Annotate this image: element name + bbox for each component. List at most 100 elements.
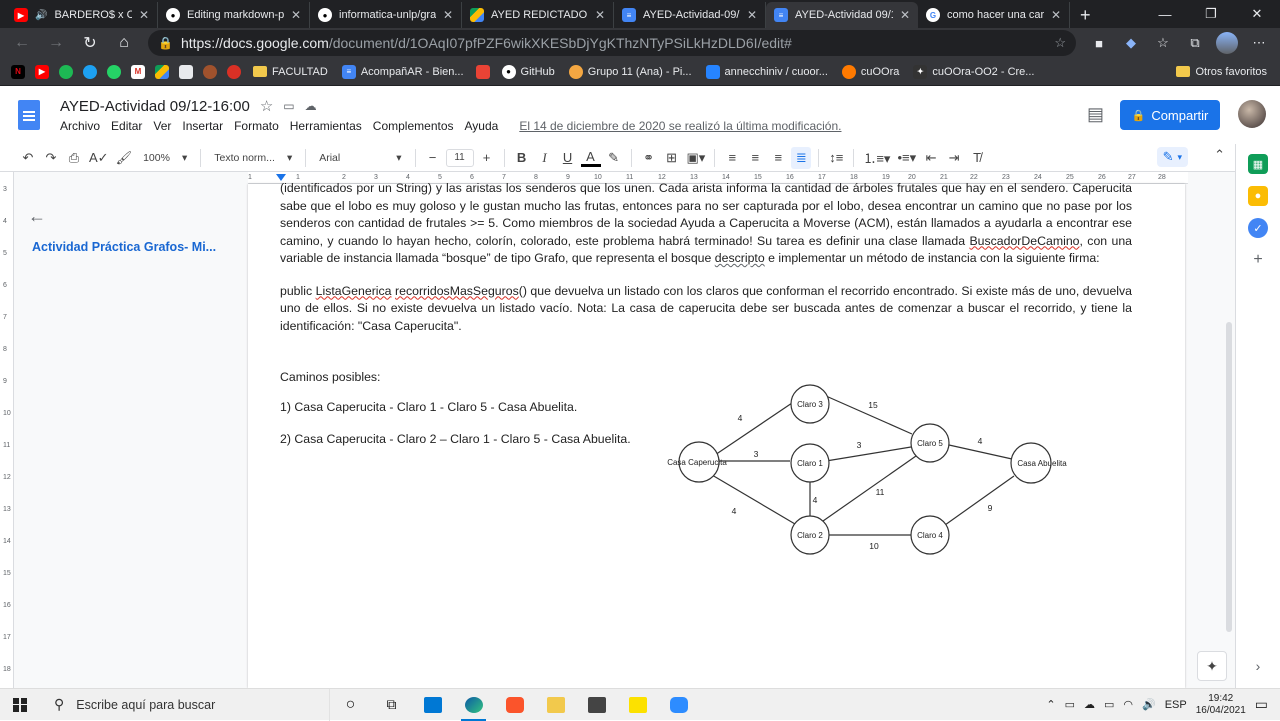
language-indicator[interactable]: ESP: [1165, 699, 1187, 711]
print-icon[interactable]: ⎙: [64, 147, 84, 169]
align-center-icon[interactable]: ≡: [745, 147, 765, 169]
close-tab-icon[interactable]: ✕: [900, 8, 910, 22]
network-icon[interactable]: ▭: [1065, 698, 1075, 711]
numbered-list-icon[interactable]: ⒈≡▾: [861, 147, 892, 169]
netflix-bookmark-icon[interactable]: N: [8, 65, 28, 79]
redo-icon[interactable]: ↷: [41, 147, 61, 169]
bookmark-folder-facultad[interactable]: FACULTAD: [248, 66, 333, 78]
reload-icon[interactable]: ↻: [76, 30, 104, 56]
cortana-icon[interactable]: ○: [330, 689, 371, 721]
close-tab-icon[interactable]: ✕: [595, 8, 605, 22]
star-icon[interactable]: ☆: [260, 97, 273, 115]
clock[interactable]: 19:42 16/04/2021: [1196, 693, 1246, 717]
add-to-favorites-icon[interactable]: ☆: [1054, 35, 1066, 51]
move-folder-icon[interactable]: ▭: [283, 99, 294, 113]
circle-bookmark-icon[interactable]: [224, 65, 244, 79]
forward-arrow-icon[interactable]: →: [42, 30, 70, 56]
task-view-icon[interactable]: ⧉: [371, 689, 412, 721]
close-tab-icon[interactable]: ✕: [747, 8, 757, 22]
youtube-bookmark-icon[interactable]: ▶: [32, 65, 52, 79]
spotify-bookmark-icon[interactable]: [56, 65, 76, 79]
menu-formato[interactable]: Formato: [234, 119, 279, 133]
back-arrow-icon[interactable]: ←: [8, 30, 36, 56]
cloud-icon[interactable]: ☁: [1084, 698, 1095, 711]
brave-icon[interactable]: [494, 689, 535, 721]
align-left-icon[interactable]: ≡: [722, 147, 742, 169]
link-icon[interactable]: ⚭: [639, 147, 659, 169]
maximize-icon[interactable]: ❐: [1188, 0, 1234, 28]
underline-icon[interactable]: U: [558, 147, 578, 169]
sticky-notes-icon[interactable]: [617, 689, 658, 721]
share-button[interactable]: 🔒 Compartir: [1120, 100, 1220, 130]
document-title[interactable]: AYED-Actividad 09/12-16:00: [60, 98, 250, 115]
paint-format-icon[interactable]: 🖌: [114, 147, 135, 169]
align-right-icon[interactable]: ≡: [768, 147, 788, 169]
highlight-icon[interactable]: ✎: [604, 147, 624, 169]
bookmark-cuoora[interactable]: cuOOra: [837, 65, 905, 79]
menu-editar[interactable]: Editar: [111, 119, 142, 133]
spellcheck-icon[interactable]: A✓: [87, 147, 111, 169]
image-icon[interactable]: ▣▾: [685, 147, 708, 169]
text-color-icon[interactable]: A: [581, 149, 601, 167]
cloud-status-icon[interactable]: ☁: [305, 99, 317, 113]
bold-icon[interactable]: B: [512, 147, 532, 169]
explore-icon[interactable]: ✦: [1197, 651, 1227, 681]
close-tab-icon[interactable]: ✕: [139, 8, 149, 22]
tasks-icon[interactable]: ✓: [1248, 218, 1268, 238]
menu-complementos[interactable]: Complementos: [373, 119, 454, 133]
notifications-icon[interactable]: ▭: [1255, 696, 1268, 713]
decrease-indent-icon[interactable]: ⇤: [921, 147, 941, 169]
calendar-icon[interactable]: ▦: [1248, 154, 1268, 174]
vertical-scrollbar[interactable]: [1226, 322, 1232, 632]
decrease-font-size-icon[interactable]: −: [423, 147, 443, 169]
close-tab-icon[interactable]: ✕: [291, 8, 301, 22]
italic-icon[interactable]: I: [535, 147, 555, 169]
zoom-select[interactable]: 100%▾: [137, 152, 193, 164]
graph-diagram[interactable]: Casa Caperucita Claro 3 Claro 1 Claro 2 …: [662, 379, 1072, 579]
drive-bookmark-icon[interactable]: [152, 65, 172, 79]
increase-font-size-icon[interactable]: +: [477, 147, 497, 169]
user-avatar[interactable]: [1238, 100, 1266, 128]
bookmark-acompanar[interactable]: ≡AcompañAR - Bien...: [337, 65, 469, 79]
close-tab-icon[interactable]: ✕: [443, 8, 453, 22]
profile-avatar-icon[interactable]: [1214, 30, 1240, 56]
docs-logo-icon[interactable]: [18, 100, 40, 130]
browser-tab-active[interactable]: ≡ AYED-Actividad 09/12 ✕: [766, 2, 918, 28]
browser-tab[interactable]: ▶ 🔊 BARDERO$ x CH ✕: [6, 2, 158, 28]
justify-icon[interactable]: ≣: [791, 147, 811, 169]
bookmark-github[interactable]: ●GitHub: [497, 65, 560, 79]
extension-icon[interactable]: ◆: [1118, 30, 1144, 56]
gmail-bookmark-icon[interactable]: M: [128, 65, 148, 79]
increase-indent-icon[interactable]: ⇥: [944, 147, 964, 169]
bookmark-grupo11[interactable]: Grupo 11 (Ana) - Pi...: [564, 65, 697, 79]
twitter-bookmark-icon[interactable]: [80, 65, 100, 79]
menu-ayuda[interactable]: Ayuda: [465, 119, 499, 133]
file-explorer-icon[interactable]: [535, 689, 576, 721]
volume-icon[interactable]: 🔊: [1142, 698, 1156, 711]
bookmark-annecchiniv[interactable]: annecchiniv / cuoor...: [701, 65, 833, 79]
url-input[interactable]: 🔒 https://docs.google.com/document/d/1OA…: [148, 30, 1076, 56]
edge-icon[interactable]: [453, 689, 494, 721]
extension-icon[interactable]: ■: [1086, 30, 1112, 56]
keep-icon[interactable]: ●: [1248, 186, 1268, 206]
store-icon[interactable]: [576, 689, 617, 721]
font-select[interactable]: Arial▾: [313, 152, 407, 164]
font-size-input[interactable]: 11: [446, 149, 474, 167]
line-spacing-icon[interactable]: ↕≡: [826, 147, 846, 169]
file-bookmark-icon[interactable]: [176, 65, 196, 79]
zoom-icon[interactable]: [658, 689, 699, 721]
back-arrow-icon[interactable]: ←: [28, 206, 46, 227]
editing-mode-button[interactable]: ✎▾: [1157, 147, 1188, 167]
menu-insertar[interactable]: Insertar: [182, 119, 223, 133]
bulleted-list-icon[interactable]: •≡▾: [895, 147, 918, 169]
browser-tab[interactable]: ≡ AYED-Actividad-09/12 ✕: [614, 2, 766, 28]
speaker-icon[interactable]: 🔊: [35, 10, 47, 21]
collapse-menus-icon[interactable]: ⌃: [1214, 147, 1225, 163]
menu-herramientas[interactable]: Herramientas: [290, 119, 362, 133]
document-page[interactable]: (identificados por un String) y las aris…: [248, 184, 1185, 688]
browser-tab[interactable]: G como hacer una carp ✕: [918, 2, 1070, 28]
taskbar-search[interactable]: ⚲ Escribe aquí para buscar: [40, 689, 330, 721]
lock-icon[interactable]: 🔒: [158, 36, 173, 50]
more-menu-icon[interactable]: ⋯: [1246, 30, 1272, 56]
mail-icon[interactable]: [412, 689, 453, 721]
